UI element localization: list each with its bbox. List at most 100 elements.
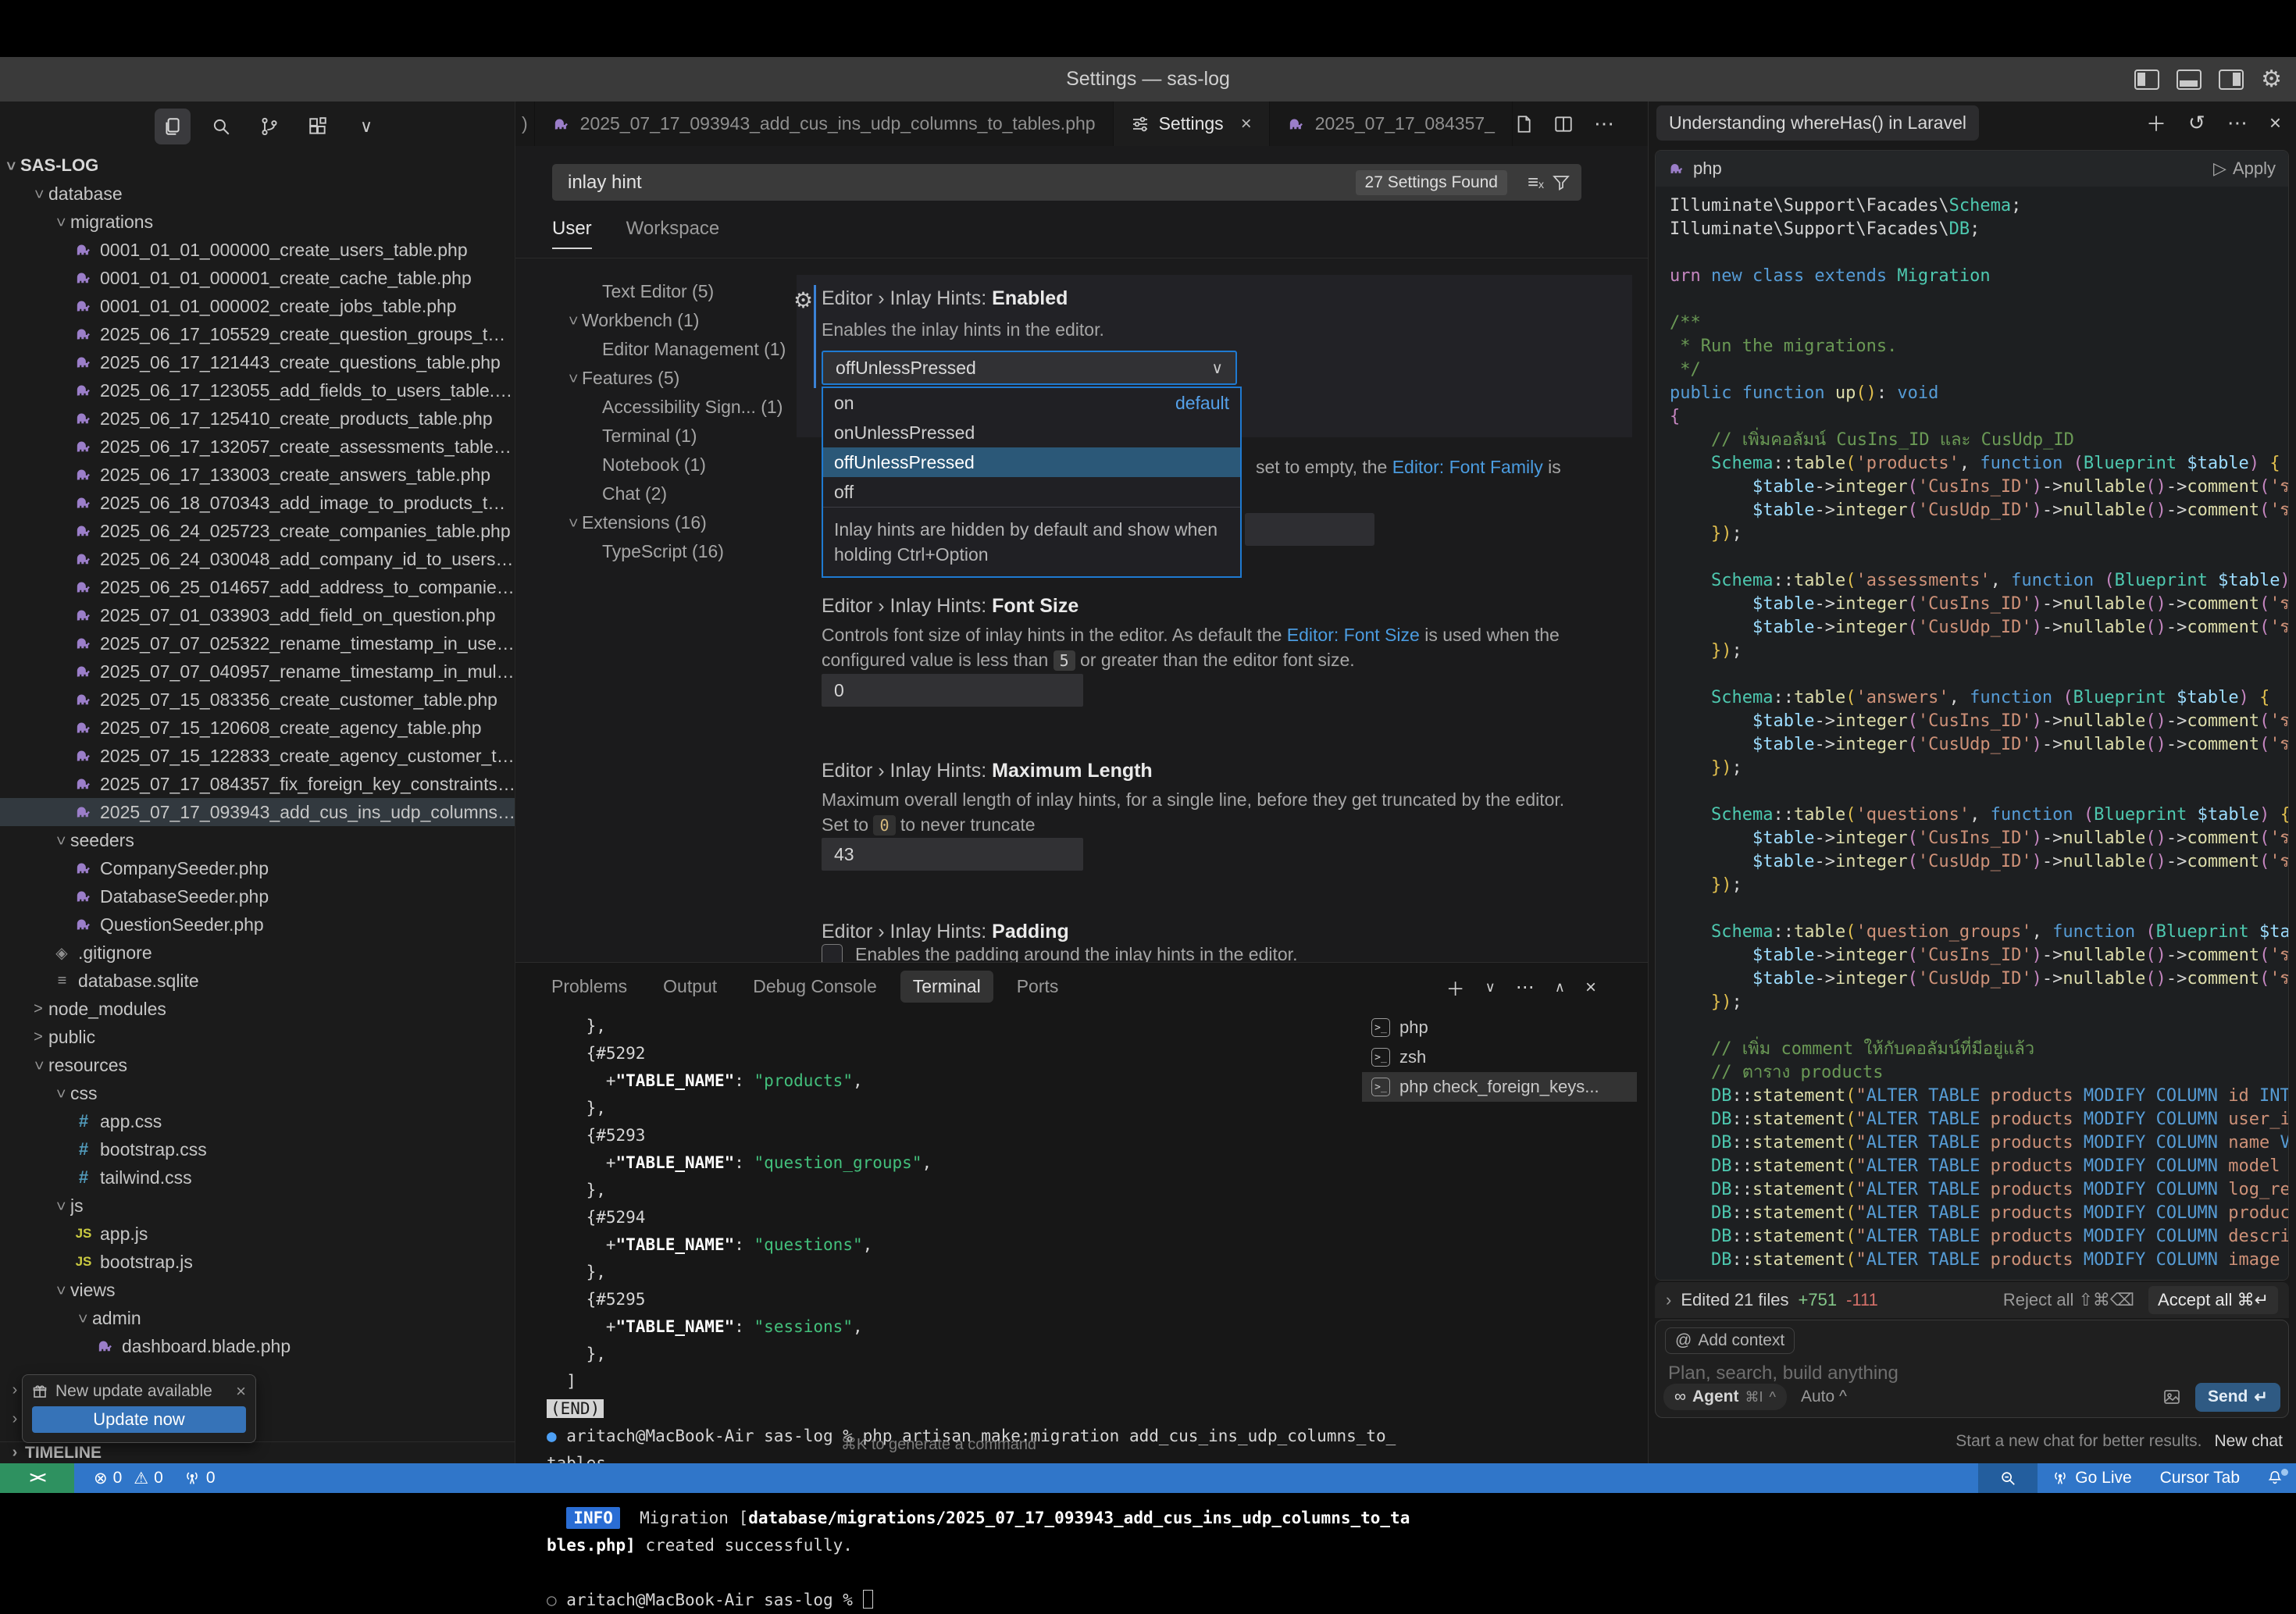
partial-tab[interactable]: ) <box>515 102 535 146</box>
tree-item[interactable]: >js <box>0 1192 515 1220</box>
editor-tab[interactable]: 2025_07_17_093943_add_cus_ins_udp_column… <box>535 102 1114 146</box>
tree-item[interactable]: 2025_07_17_093943_add_cus_ins_udp_column… <box>0 798 515 826</box>
scope-tab-user[interactable]: User <box>552 218 592 249</box>
tree-item[interactable]: #tailwind.css <box>0 1163 515 1192</box>
filter-icon[interactable] <box>1552 173 1570 192</box>
new-chat-link[interactable]: New chat <box>2214 1432 2283 1450</box>
tree-item[interactable]: 2025_07_07_025322_rename_timestamp_in_us… <box>0 629 515 657</box>
tree-item[interactable]: 0001_01_01_000002_create_jobs_table.php <box>0 292 515 320</box>
close-panel-icon[interactable]: × <box>1585 977 1596 999</box>
chat-history-icon[interactable]: ↺ <box>2188 111 2205 135</box>
accept-all-button[interactable]: Accept all ⌘↵ <box>2148 1286 2278 1314</box>
toc-item[interactable]: >Workbench (1) <box>552 306 786 335</box>
tree-item[interactable]: 2025_07_01_033903_add_field_on_question.… <box>0 601 515 629</box>
tree-item[interactable]: >views <box>0 1276 515 1304</box>
terminal-session[interactable]: >_zsh <box>1362 1042 1637 1072</box>
update-now-button[interactable]: Update now <box>32 1406 246 1433</box>
settings-search-box[interactable]: 27 Settings Found ≡x <box>552 164 1581 201</box>
terminal-session[interactable]: >_php check_foreign_keys... <box>1362 1072 1637 1102</box>
maximize-panel-icon[interactable]: ∧ <box>1555 979 1565 996</box>
go-live-button[interactable]: Go Live <box>2038 1463 2145 1493</box>
attach-image-icon[interactable] <box>2162 1388 2181 1406</box>
toc-item[interactable]: >Features (5) <box>552 364 786 393</box>
explorer-icon[interactable] <box>155 109 191 144</box>
tree-item[interactable]: 2025_06_18_070343_add_image_to_products_… <box>0 489 515 517</box>
source-control-icon[interactable] <box>251 109 287 144</box>
cursor-tab-status[interactable]: Cursor Tab <box>2146 1463 2254 1493</box>
tree-item[interactable]: >admin <box>0 1304 515 1332</box>
tree-item[interactable]: 2025_06_24_030048_add_company_id_to_user… <box>0 545 515 573</box>
tree-root[interactable]: >SAS-LOG <box>0 151 515 180</box>
toc-item[interactable]: >Extensions (16) <box>552 508 786 537</box>
toggle-panel-icon[interactable] <box>2177 69 2202 90</box>
tree-item[interactable]: 2025_06_17_105529_create_question_groups… <box>0 320 515 348</box>
settings-search-input[interactable] <box>568 172 1356 194</box>
tree-item[interactable]: ≡database.sqlite <box>0 967 515 995</box>
tree-item[interactable]: >css <box>0 1079 515 1107</box>
tree-item[interactable]: JSapp.js <box>0 1220 515 1248</box>
tree-item[interactable]: JSbootstrap.js <box>0 1248 515 1276</box>
tree-item[interactable]: >node_modules <box>0 995 515 1023</box>
tree-item[interactable]: >database <box>0 180 515 208</box>
extensions-icon[interactable] <box>300 109 336 144</box>
tree-item[interactable]: >migrations <box>0 208 515 236</box>
toc-item[interactable]: Editor Management (1) <box>552 335 786 364</box>
toggle-left-sidebar-icon[interactable] <box>2134 69 2159 90</box>
tree-item[interactable]: >seeders <box>0 826 515 854</box>
tree-item[interactable]: 0001_01_01_000000_create_users_table.php <box>0 236 515 264</box>
toc-item[interactable]: Accessibility Sign... (1) <box>552 393 786 422</box>
tree-item[interactable]: 2025_07_15_120608_create_agency_table.ph… <box>0 714 515 742</box>
chevron-down-icon[interactable]: ∨ <box>348 109 384 144</box>
toast-close-icon[interactable]: × <box>236 1381 246 1402</box>
toc-item[interactable]: Notebook (1) <box>552 451 786 479</box>
toggle-right-sidebar-icon[interactable] <box>2219 69 2244 90</box>
dropdown-option[interactable]: off <box>823 477 1240 507</box>
model-selector[interactable]: Auto ^ <box>1801 1388 1847 1406</box>
tree-item[interactable]: CompanySeeder.php <box>0 854 515 882</box>
tree-item[interactable]: 2025_06_17_121443_create_questions_table… <box>0 348 515 376</box>
clear-filters-icon[interactable]: ≡x <box>1528 172 1544 194</box>
agent-mode-selector[interactable]: ∞ Agent ⌘I ^ <box>1663 1384 1787 1410</box>
more-actions-icon[interactable]: ⋯ <box>1594 112 1614 136</box>
tree-item[interactable]: #bootstrap.css <box>0 1135 515 1163</box>
chat-more-icon[interactable]: ⋯ <box>2227 111 2248 135</box>
problems-status[interactable]: ⊗0 ⚠0 <box>94 1469 163 1488</box>
tree-item[interactable]: 2025_07_15_083356_create_customer_table.… <box>0 686 515 714</box>
tree-item[interactable]: 2025_06_17_123055_add_fields_to_users_ta… <box>0 376 515 404</box>
panel-tab-terminal[interactable]: Terminal <box>900 971 993 1003</box>
reject-all-button[interactable]: Reject all ⇧⌘⌫ <box>2003 1290 2134 1310</box>
chat-tab[interactable]: Understanding whereHas() in Laravel <box>1656 105 1979 141</box>
notifications-bell-icon[interactable] <box>2254 1463 2296 1493</box>
toc-item[interactable]: Terminal (1) <box>552 422 786 451</box>
tree-item[interactable]: 2025_07_17_084357_fix_foreign_key_constr… <box>0 770 515 798</box>
expand-edits-icon[interactable]: › <box>1666 1290 1671 1310</box>
tree-item[interactable]: ◈.gitignore <box>0 939 515 967</box>
tree-item[interactable]: >public <box>0 1023 515 1051</box>
maxlength-input[interactable]: 43 <box>822 838 1083 871</box>
open-changes-icon[interactable] <box>1513 114 1533 134</box>
new-terminal-icon[interactable]: ＋ <box>1446 974 1465 1001</box>
remote-indicator[interactable]: >< <box>0 1463 74 1493</box>
scope-tab-workspace[interactable]: Workspace <box>626 218 720 249</box>
panel-tab-ports[interactable]: Ports <box>1004 971 1071 1003</box>
padding-checkbox[interactable] <box>822 944 843 962</box>
close-tab-icon[interactable]: × <box>1241 113 1252 135</box>
terminal-more-icon[interactable]: ⋯ <box>1516 976 1535 999</box>
zoom-indicator[interactable] <box>1978 1463 2038 1493</box>
panel-tab-output[interactable]: Output <box>651 971 729 1003</box>
editor-tab[interactable]: 2025_07_17_084357_ <box>1270 102 1513 146</box>
tree-item[interactable]: 2025_06_17_132057_create_assessments_tab… <box>0 433 515 461</box>
toc-item[interactable]: Chat (2) <box>552 479 786 508</box>
split-editor-icon[interactable] <box>1553 114 1574 134</box>
chat-input-box[interactable]: @ Add context Plan, search, build anythi… <box>1655 1320 2289 1418</box>
tree-item[interactable]: 2025_06_24_025723_create_companies_table… <box>0 517 515 545</box>
tree-item[interactable]: 2025_06_17_133003_create_answers_table.p… <box>0 461 515 489</box>
settings-gear-icon[interactable]: ⚙ <box>2261 68 2282 91</box>
tree-item[interactable]: DatabaseSeeder.php <box>0 882 515 910</box>
setting-gear-icon[interactable]: ⚙ <box>793 287 813 313</box>
tree-item[interactable]: QuestionSeeder.php <box>0 910 515 939</box>
enabled-select[interactable]: offUnlessPressed∨ <box>822 351 1237 385</box>
tree-item[interactable]: 2025_07_07_040957_rename_timestamp_in_mu… <box>0 657 515 686</box>
ports-status[interactable]: 0 <box>184 1469 216 1488</box>
tree-item[interactable]: 2025_06_17_125410_create_products_table.… <box>0 404 515 433</box>
